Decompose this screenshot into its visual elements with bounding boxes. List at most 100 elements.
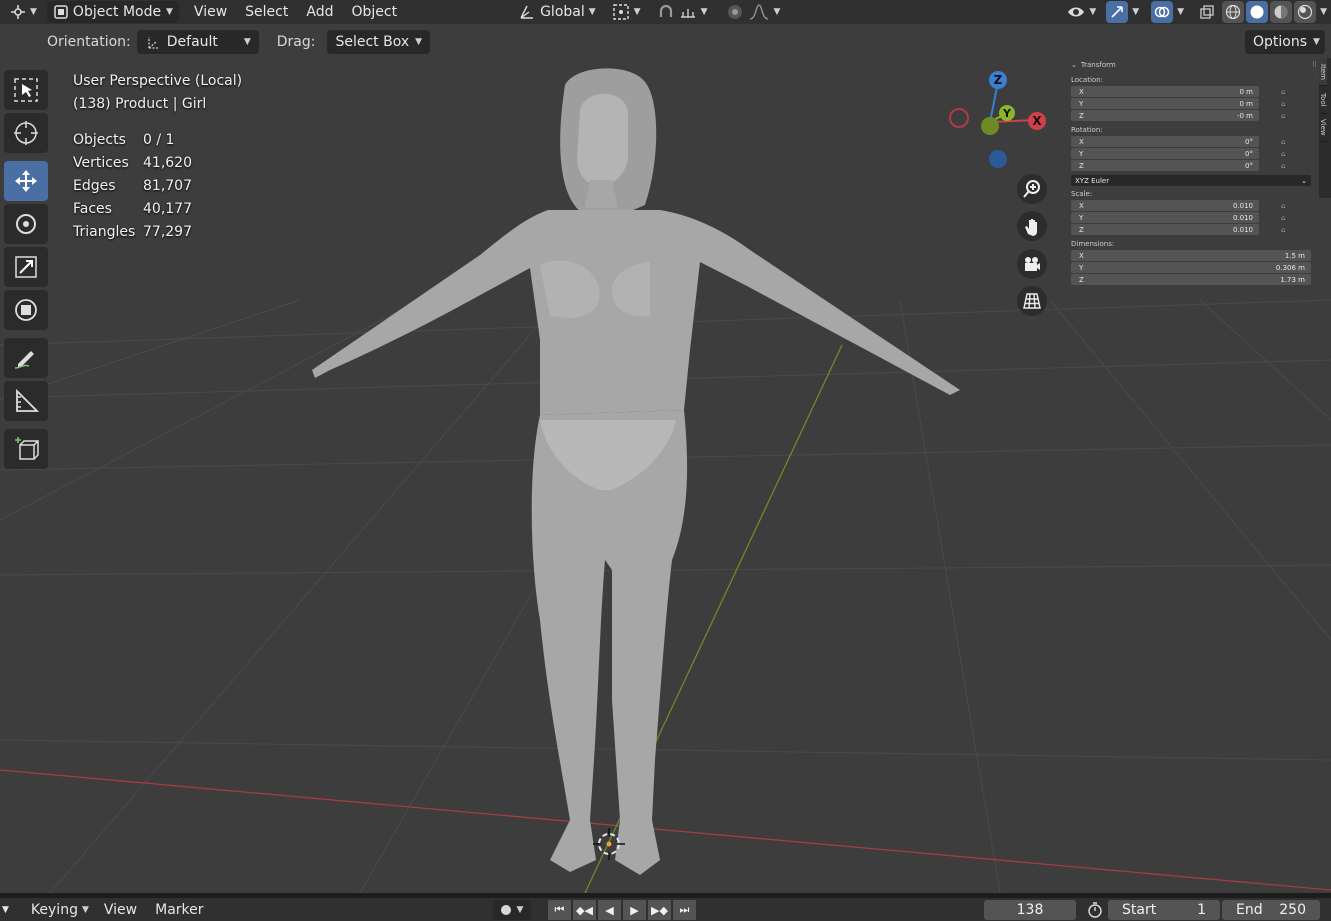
location-x-field[interactable]: X0 m: [1071, 86, 1259, 97]
prev-keyframe-button[interactable]: ◆◀: [573, 900, 596, 920]
scale-z-field[interactable]: Z 0.010: [1071, 224, 1259, 235]
rotation-y-field[interactable]: Y 0°: [1071, 148, 1259, 159]
menu-select[interactable]: Select: [236, 1, 297, 23]
rotation-z-field[interactable]: Z 0°: [1071, 160, 1259, 171]
grid-perspective-icon: [1023, 293, 1041, 309]
location-y-field[interactable]: Y0 m: [1071, 98, 1259, 109]
rotate-tool[interactable]: [4, 204, 48, 244]
add-cube-tool[interactable]: [4, 429, 48, 469]
gizmo-icon: [1111, 6, 1124, 18]
transform-panel-header[interactable]: ⌄ Transform ⠿: [1067, 58, 1319, 72]
tab-item[interactable]: Item: [1319, 58, 1327, 86]
viewport-header: ▼ Object Mode ▼ View Select Add Object G…: [0, 0, 1331, 24]
current-frame-field[interactable]: 138: [984, 900, 1076, 920]
material-shading-button[interactable]: [1270, 1, 1293, 23]
snap-toggle[interactable]: ▼: [651, 1, 714, 23]
camera-view-button[interactable]: [1017, 249, 1047, 279]
scale-icon: [15, 256, 37, 278]
overlays-toggle[interactable]: [1151, 1, 1174, 23]
neg-z-handle[interactable]: [989, 150, 1007, 168]
visibility-select[interactable]: ▼: [1061, 1, 1102, 23]
jump-end-button[interactable]: ⏭: [673, 900, 696, 920]
preview-range-toggle[interactable]: [1084, 900, 1106, 920]
lock-icon[interactable]: ⌂: [1281, 138, 1291, 146]
menu-add[interactable]: Add: [297, 1, 342, 23]
scale-x-field[interactable]: X 0.010: [1071, 200, 1259, 211]
lock-icon[interactable]: ⌂: [1281, 112, 1291, 120]
transform-tool[interactable]: [4, 290, 48, 330]
end-frame-field[interactable]: End 250: [1222, 900, 1320, 920]
wireframe-shading-button[interactable]: [1222, 1, 1245, 23]
chevron-down-icon[interactable]: ▼: [2, 905, 9, 915]
lock-icon[interactable]: ⌂: [1281, 88, 1291, 96]
sidebar-tabs: Item Tool View: [1319, 58, 1331, 198]
neg-y-handle[interactable]: [981, 117, 999, 135]
lock-icon[interactable]: ⌂: [1281, 226, 1291, 234]
add-cube-icon: [15, 437, 39, 460]
dimension-z-field[interactable]: Z 1.73 m: [1071, 274, 1311, 285]
play-button[interactable]: ▶: [623, 900, 646, 920]
annotate-tool[interactable]: [4, 338, 48, 378]
start-frame-field[interactable]: Start 1: [1108, 900, 1220, 920]
neg-x-handle[interactable]: [949, 108, 969, 128]
solid-shading-button[interactable]: [1246, 1, 1269, 23]
lock-icon[interactable]: ⌂: [1281, 100, 1291, 108]
lock-icon[interactable]: ⌂: [1281, 150, 1291, 158]
lock-icon[interactable]: ⌂: [1281, 162, 1291, 170]
timeline-view-menu[interactable]: View: [95, 899, 146, 921]
orientation-dropdown[interactable]: Default ▼: [136, 30, 259, 54]
location-z-field[interactable]: Z -0 m: [1071, 110, 1259, 121]
transform-orientation-select[interactable]: Global ▼: [512, 1, 602, 23]
tab-view[interactable]: View: [1319, 114, 1327, 142]
lock-icon[interactable]: ⌂: [1281, 202, 1291, 210]
hand-icon: [1025, 219, 1037, 236]
pivot-point-select[interactable]: ▼: [606, 1, 647, 23]
navigation-gizmo[interactable]: Z Y X: [940, 62, 1060, 172]
tool-settings-bar: Orientation: Default ▼ Drag: Select Box …: [0, 27, 1331, 57]
timeline-marker-menu[interactable]: Marker: [146, 899, 212, 921]
dimension-x-field[interactable]: X 1.5 m: [1071, 250, 1311, 261]
play-icon: ▶: [630, 903, 639, 917]
play-reverse-icon: ◀: [605, 903, 614, 917]
editor-type-button[interactable]: ▼: [4, 1, 43, 23]
chevron-down-icon[interactable]: ▼: [1177, 7, 1184, 17]
rendered-shading-button[interactable]: [1294, 1, 1317, 23]
scale-y-field[interactable]: Y 0.010: [1071, 212, 1259, 223]
overlays-icon: [1154, 6, 1170, 18]
ortho-toggle-button[interactable]: [1017, 286, 1047, 316]
girl-model[interactable]: [312, 68, 960, 875]
next-keyframe-button[interactable]: ▶◆: [648, 900, 671, 920]
auto-keying-toggle[interactable]: ▼: [493, 900, 531, 920]
rotation-mode-select[interactable]: XYZ Euler ⌄: [1071, 175, 1311, 186]
cursor-tool[interactable]: [4, 113, 48, 153]
panel-title: Transform: [1080, 61, 1116, 69]
xray-toggle[interactable]: [1196, 1, 1218, 23]
options-dropdown[interactable]: Options ▼: [1245, 30, 1325, 54]
view-name: User Perspective (Local): [73, 73, 243, 89]
jump-end-icon: ⏭: [679, 903, 690, 916]
move-tool[interactable]: [4, 161, 48, 201]
menu-view[interactable]: View: [185, 1, 236, 23]
chevron-down-icon[interactable]: ▼: [1132, 7, 1139, 17]
menu-object[interactable]: Object: [342, 1, 406, 23]
select-box-tool[interactable]: [4, 70, 48, 110]
jump-start-button[interactable]: ⏮: [548, 900, 571, 920]
lock-icon[interactable]: ⌂: [1281, 214, 1291, 222]
play-reverse-button[interactable]: ◀: [598, 900, 621, 920]
keying-menu[interactable]: Keying ▼: [25, 899, 95, 921]
gizmo-toggle[interactable]: [1106, 1, 1129, 23]
tab-tool[interactable]: Tool: [1319, 86, 1327, 114]
proportional-editing-toggle[interactable]: ▼: [720, 1, 787, 23]
drag-dropdown[interactable]: Select Box ▼: [327, 30, 431, 54]
mode-select[interactable]: Object Mode ▼: [46, 1, 179, 23]
pan-button[interactable]: [1017, 211, 1047, 241]
orientation-setting-label: Orientation:: [47, 34, 131, 50]
dimension-y-field[interactable]: Y 0.306 m: [1071, 262, 1311, 273]
scale-tool[interactable]: [4, 247, 48, 287]
snap-increment-icon: [680, 9, 695, 18]
zoom-button[interactable]: [1017, 174, 1047, 204]
drag-handle-icon[interactable]: ⠿: [1312, 61, 1317, 69]
measure-tool[interactable]: [4, 381, 48, 421]
chevron-down-icon[interactable]: ▼: [1320, 7, 1327, 17]
rotation-x-field[interactable]: X 0°: [1071, 136, 1259, 147]
